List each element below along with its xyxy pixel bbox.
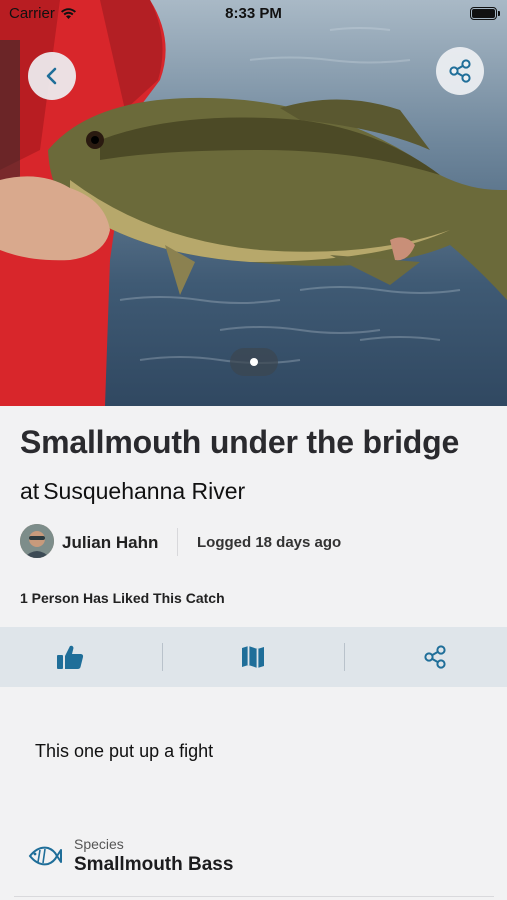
share-icon (424, 645, 446, 669)
thumbs-up-icon (57, 645, 84, 669)
battery-icon (470, 7, 500, 20)
catch-photo[interactable]: Carrier 8:33 PM (0, 0, 507, 406)
location-prefix: at (20, 478, 40, 504)
status-time: 8:33 PM (225, 5, 282, 22)
row-divider (14, 896, 494, 897)
catch-title: Smallmouth under the bridge (20, 424, 460, 460)
fish-icon (28, 843, 62, 874)
map-icon (242, 646, 264, 668)
catch-description: This one put up a fight (35, 741, 214, 761)
map-button[interactable] (193, 627, 313, 687)
share-button[interactable] (375, 627, 495, 687)
likes-count[interactable]: 1 Person Has Liked This Catch (20, 590, 225, 606)
avatar[interactable] (20, 524, 54, 558)
avatar-image (20, 524, 54, 558)
chevron-left-icon (46, 67, 57, 85)
action-divider (162, 643, 163, 671)
action-bar (0, 627, 507, 687)
share-photo-button[interactable] (436, 47, 484, 95)
author-divider (177, 528, 178, 556)
logged-time: Logged 18 days ago (197, 534, 342, 551)
catch-location: at Susquehanna River (20, 478, 245, 505)
author-name[interactable]: Julian Hahn (62, 533, 158, 553)
page-dot-active (250, 358, 258, 366)
share-icon (449, 59, 471, 83)
back-button[interactable] (28, 52, 76, 100)
fish-photo-illustration (0, 0, 507, 406)
location-link[interactable]: Susquehanna River (43, 478, 245, 504)
status-bar: Carrier 8:33 PM (0, 0, 507, 28)
like-button[interactable] (10, 627, 130, 687)
page-indicator[interactable] (230, 348, 278, 376)
species-label: Species (74, 836, 124, 852)
species-value: Smallmouth Bass (74, 854, 234, 875)
action-divider (344, 643, 345, 671)
